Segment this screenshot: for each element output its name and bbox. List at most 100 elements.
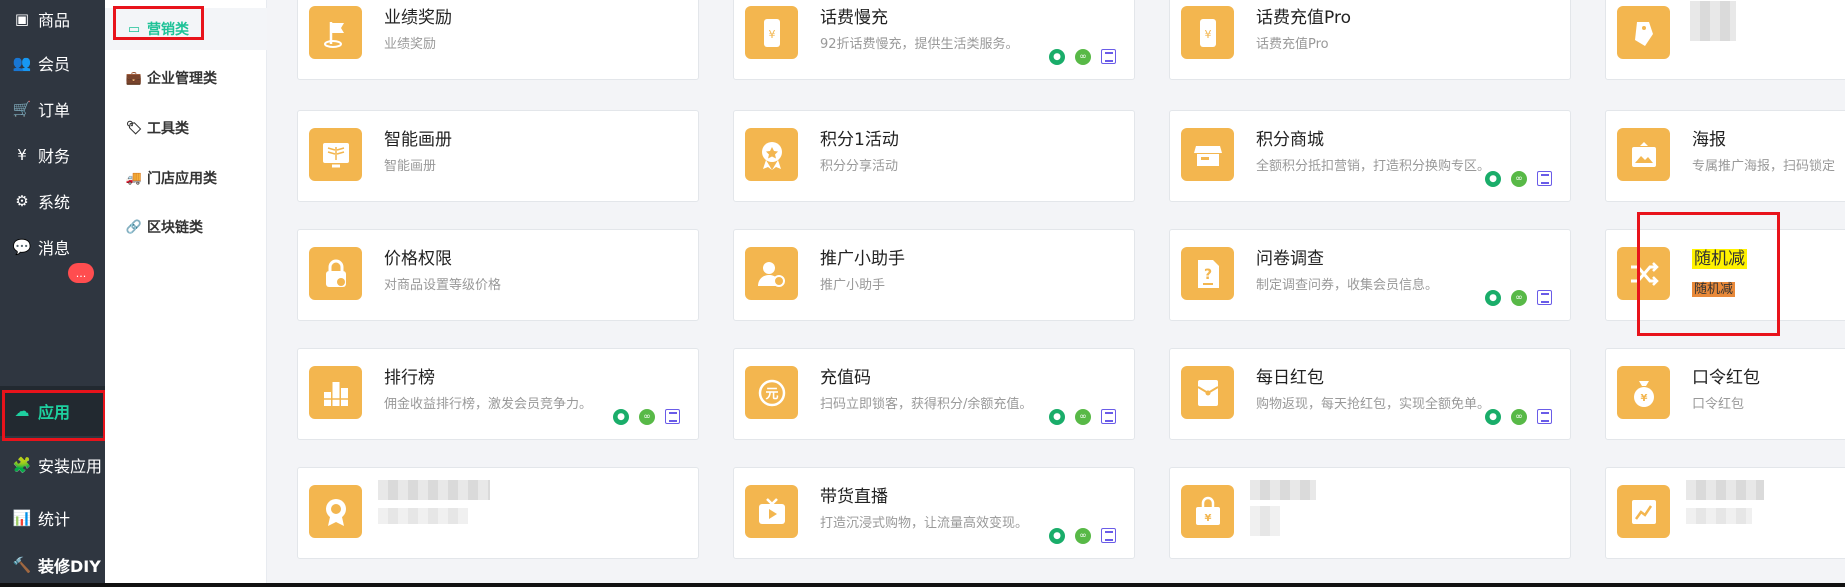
app-card[interactable] bbox=[297, 467, 699, 559]
gears-icon: ⚙ bbox=[15, 192, 29, 210]
nav-item-system[interactable]: ⚙ 系统 bbox=[0, 176, 105, 226]
nav-item-label: 消息 bbox=[38, 239, 71, 258]
app-desc: 话费充值Pro bbox=[1256, 37, 1329, 52]
category-label: 区块链类 bbox=[147, 220, 203, 236]
app-card[interactable]: 推广小助手 推广小助手 bbox=[733, 229, 1135, 321]
app-card[interactable]: 海报 专属推广海报，扫码锁定 bbox=[1605, 110, 1845, 202]
svg-text:?: ? bbox=[1203, 267, 1211, 283]
app-card[interactable]: ¥ 口令红包 口令红包 bbox=[1605, 348, 1845, 440]
link-icon: 🔗 bbox=[125, 219, 143, 235]
app-desc: 积分分享活动 bbox=[820, 159, 899, 174]
app-card[interactable] bbox=[1605, 0, 1845, 80]
nav-item-diy[interactable]: 🔨 装修DIY bbox=[0, 546, 105, 583]
nav-item-label: 会员 bbox=[38, 55, 71, 74]
link-icon: ∞ bbox=[1075, 49, 1091, 65]
lock-icon bbox=[309, 247, 362, 300]
nav-item-stats[interactable]: 📊 统计 bbox=[0, 493, 105, 543]
nav-item-label: 安装应用 bbox=[38, 457, 103, 476]
blurred-text bbox=[1250, 480, 1316, 500]
main-nav: ▣ 商品 👥 会员 🛒 订单 ¥ 财务 ⚙ 系统 💬 消息 ... ☁ 应用 🧩 安装应用 📊 统… bbox=[0, 0, 105, 583]
poster-icon bbox=[1617, 128, 1670, 181]
app-desc: 业绩奖励 bbox=[384, 37, 437, 52]
question-doc-icon: ? bbox=[1181, 247, 1234, 300]
app-card[interactable]: 业绩奖励 业绩奖励 bbox=[297, 0, 699, 80]
user-promo-icon bbox=[745, 247, 798, 300]
link-icon: ∞ bbox=[639, 409, 655, 425]
app-title: 积分商城 bbox=[1256, 130, 1324, 150]
briefcase-icon: 💼 bbox=[125, 70, 143, 86]
app-title: 排行榜 bbox=[384, 368, 435, 388]
nav-item-members[interactable]: 👥 会员 bbox=[0, 38, 105, 88]
yen-icon: ¥ bbox=[17, 146, 27, 164]
wechat-icon: ● bbox=[1049, 528, 1065, 544]
chart-icon bbox=[1617, 485, 1670, 538]
highlight-box-random-discount bbox=[1637, 212, 1780, 336]
mini-program-icon bbox=[1101, 409, 1116, 424]
highlight-box-apps bbox=[2, 390, 106, 441]
message-count-badge: ... bbox=[68, 263, 94, 283]
app-card[interactable]: 智能画册 智能画册 bbox=[297, 110, 699, 202]
category-menu: ▭ 营销类 💼 企业管理类 🏷 工具类 🚚 门店应用类 🔗 区块链类 bbox=[105, 0, 267, 583]
mini-program-icon bbox=[1537, 171, 1552, 186]
money-bag-icon: ¥ bbox=[1617, 366, 1670, 419]
app-desc: 对商品设置等级价格 bbox=[384, 278, 502, 293]
phone-yen-icon: ¥ bbox=[745, 6, 798, 59]
category-label: 企业管理类 bbox=[147, 71, 217, 87]
app-desc: 佣金收益排行榜，激发会员竞争力。 bbox=[384, 397, 593, 412]
app-desc: 智能画册 bbox=[384, 159, 437, 174]
category-tools[interactable]: 🏷 工具类 bbox=[105, 107, 267, 149]
app-card[interactable]: 每日红包 购物返现，每天抢红包，实现全额免单。 ● ∞ bbox=[1169, 348, 1571, 440]
link-icon: ∞ bbox=[1511, 290, 1527, 306]
app-desc: 全额积分抵扣营销，打造积分换购专区。 bbox=[1256, 159, 1491, 174]
platform-badges: ● ∞ bbox=[1049, 49, 1116, 65]
mini-program-icon bbox=[1537, 290, 1552, 305]
app-desc: 制定调查问券，收集会员信息。 bbox=[1256, 278, 1439, 293]
app-card[interactable]: ¥ 话费慢充 92折话费慢充，提供生活类服务。 ● ∞ bbox=[733, 0, 1135, 80]
nav-item-goods[interactable]: ▣ 商品 bbox=[0, 0, 105, 38]
app-card[interactable] bbox=[1605, 467, 1845, 559]
link-icon: ∞ bbox=[1511, 171, 1527, 187]
app-card[interactable]: 价格权限 对商品设置等级价格 bbox=[297, 229, 699, 321]
ranking-icon bbox=[309, 366, 362, 419]
platform-badges: ● ∞ bbox=[1049, 528, 1116, 544]
app-title: 带货直播 bbox=[820, 487, 888, 507]
app-title: 问卷调查 bbox=[1256, 249, 1324, 269]
app-card[interactable]: ? 问卷调查 制定调查问券，收集会员信息。 ● ∞ bbox=[1169, 229, 1571, 321]
app-desc: 打造沉浸式购物，让流量高效变现。 bbox=[820, 516, 1029, 531]
category-label: 门店应用类 bbox=[147, 171, 217, 187]
app-title: 每日红包 bbox=[1256, 368, 1324, 388]
app-title: 海报 bbox=[1692, 130, 1726, 150]
app-desc: 推广小助手 bbox=[820, 278, 886, 293]
blurred-text bbox=[1250, 506, 1280, 536]
wechat-icon: ● bbox=[613, 409, 629, 425]
category-enterprise[interactable]: 💼 企业管理类 bbox=[105, 57, 267, 99]
tags-icon: 🏷 bbox=[125, 120, 143, 136]
category-store[interactable]: 🚚 门店应用类 bbox=[105, 157, 267, 199]
cart-icon: 🛒 bbox=[12, 100, 32, 118]
envelope-icon bbox=[1181, 366, 1234, 419]
nav-item-finance[interactable]: ¥ 财务 bbox=[0, 130, 105, 180]
app-card[interactable]: 排行榜 佣金收益排行榜，激发会员竞争力。 ● ∞ bbox=[297, 348, 699, 440]
platform-badges: ● ∞ bbox=[1485, 171, 1552, 187]
nav-item-label: 订单 bbox=[38, 101, 71, 120]
app-card[interactable]: ¥ bbox=[1169, 467, 1571, 559]
app-title: 积分1活动 bbox=[820, 130, 899, 150]
app-title: 推广小助手 bbox=[820, 249, 905, 269]
puzzle-icon: 🧩 bbox=[12, 456, 32, 474]
app-grid: 业绩奖励 业绩奖励 ¥ 话费慢充 92折话费慢充，提供生活类服务。 ● ∞ ¥ 话… bbox=[267, 0, 1845, 583]
flag-icon bbox=[309, 6, 362, 59]
yuan-icon: 元 bbox=[745, 366, 798, 419]
app-card[interactable]: 积分1活动 积分分享活动 bbox=[733, 110, 1135, 202]
category-blockchain[interactable]: 🔗 区块链类 bbox=[105, 206, 267, 248]
nav-item-install-apps[interactable]: 🧩 安装应用 bbox=[0, 440, 105, 490]
shop-icon bbox=[1181, 128, 1234, 181]
nav-item-orders[interactable]: 🛒 订单 bbox=[0, 84, 105, 134]
app-card[interactable]: 带货直播 打造沉浸式购物，让流量高效变现。 ● ∞ bbox=[733, 467, 1135, 559]
app-card[interactable]: 元 充值码 扫码立即锁客，获得积分/余额充值。 ● ∞ bbox=[733, 348, 1135, 440]
app-card[interactable]: 积分商城 全额积分抵扣营销，打造积分换购专区。 ● ∞ bbox=[1169, 110, 1571, 202]
app-desc: 口令红包 bbox=[1692, 397, 1745, 412]
app-card[interactable]: ¥ 话费充值Pro 话费充值Pro bbox=[1169, 0, 1571, 80]
svg-text:元: 元 bbox=[765, 387, 778, 402]
bar-chart-icon: 📊 bbox=[12, 509, 32, 527]
tag-icon bbox=[1617, 6, 1670, 59]
